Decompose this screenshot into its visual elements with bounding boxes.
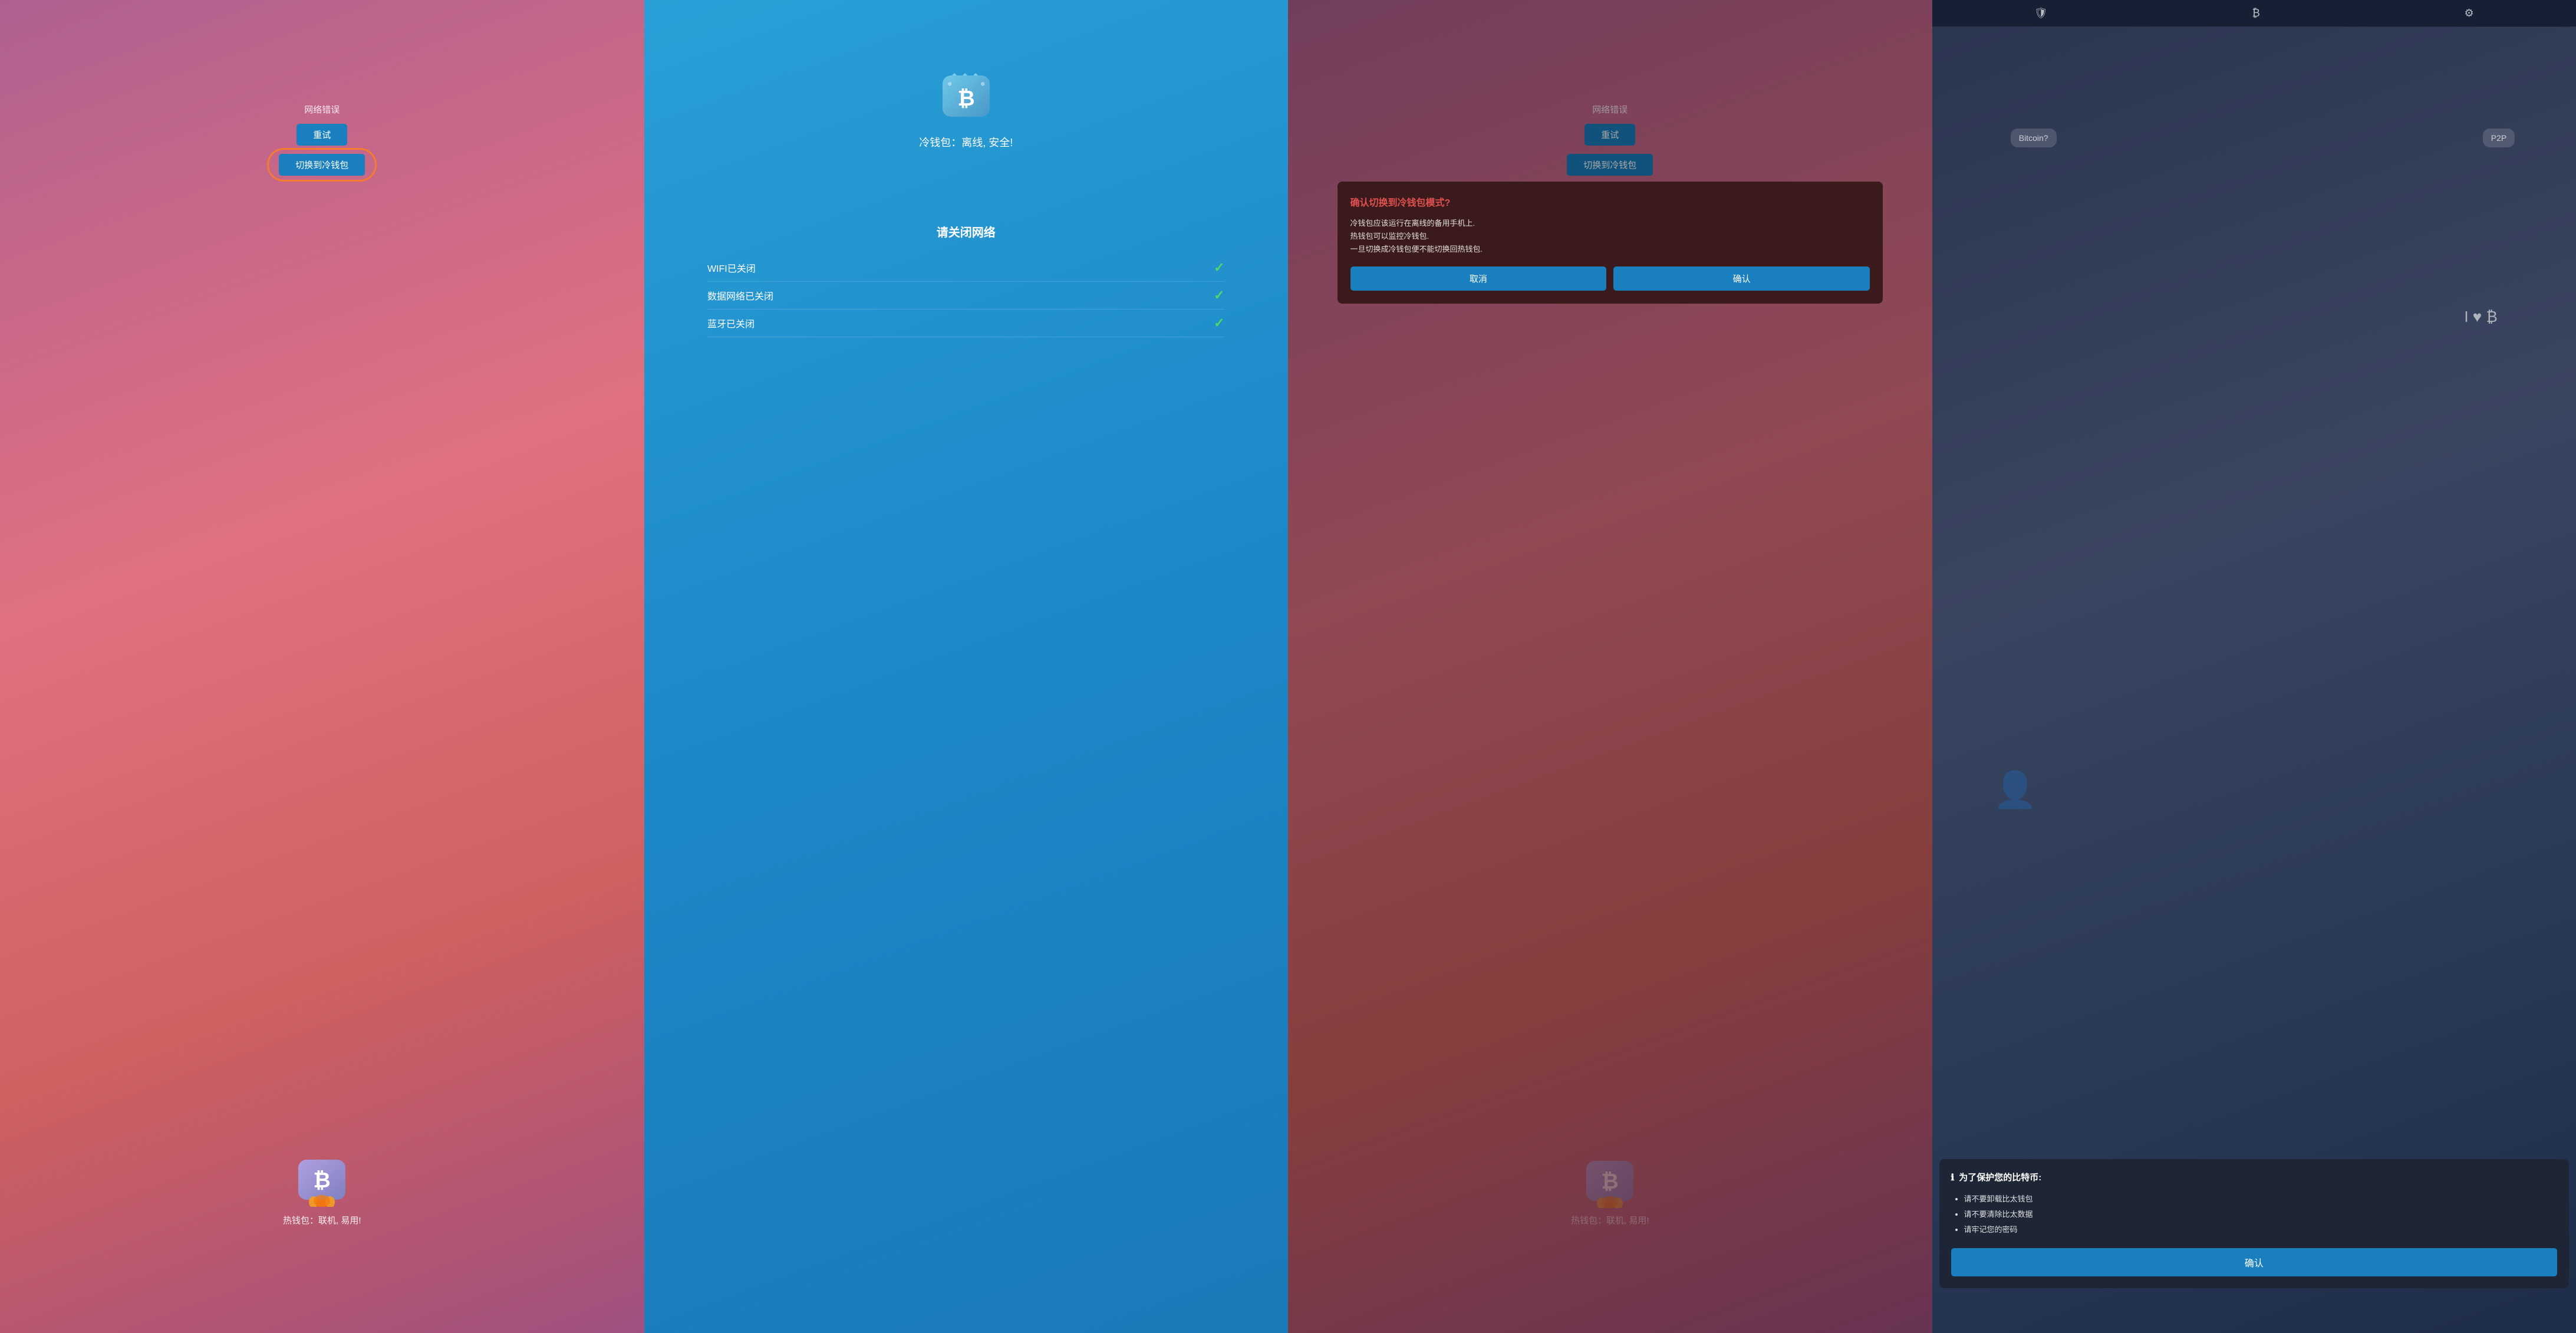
panel2-content: ❄ ❄ ₿ 冷钱包：离线, 安全! 请关闭网络 WIFI已关闭 ✓ 数据网络已关…: [644, 0, 1289, 337]
protect-item-3: 请牢记您的密码: [1964, 1222, 2558, 1237]
cold-wallet-label: 冷钱包：离线, 安全!: [919, 134, 1013, 150]
protect-confirm-button[interactable]: 确认: [1951, 1248, 2558, 1276]
hot-wallet-icon: ₿: [296, 1155, 348, 1207]
shield-icon: 🛡: [2034, 7, 2048, 19]
data-network-label: 数据网络已关闭: [707, 288, 773, 302]
switch-cold-wrapper: 切换到冷钱包: [279, 154, 365, 176]
confirm-modal-body: 冷钱包应该运行在离线的备用手机上. 热钱包可以监控冷钱包. 一旦切换成冷钱包便不…: [1350, 217, 1870, 256]
network-off-section: 请关闭网络 WIFI已关闭 ✓ 数据网络已关闭 ✓ 蓝牙已关闭 ✓: [707, 223, 1225, 337]
svg-text:₿: ₿: [957, 86, 974, 110]
network-off-title: 请关闭网络: [707, 223, 1225, 240]
cancel-button[interactable]: 取消: [1350, 266, 1607, 291]
protect-item-1: 请不要卸载比太钱包: [1964, 1192, 2558, 1207]
background-illustration: Bitcoin? P2P 👤 I ♥ ₿: [1964, 93, 2544, 811]
panel-hot-wallet-error: 网络错误 重试 切换到冷钱包 ₿ 热钱包：联机, 易用!: [0, 0, 644, 1333]
p2p-speech-bubble: P2P: [2483, 129, 2515, 147]
bitcoin-header-icon: ₿: [2252, 7, 2259, 19]
hot-wallet-label: 热钱包：联机, 易用!: [283, 1214, 361, 1226]
app-header: 🛡 ₿ ⚙: [1932, 0, 2576, 27]
protection-modal: ℹ 为了保护您的比特币: 请不要卸载比太钱包 请不要清除比太数据 请牢记您的密码…: [1939, 1159, 2570, 1288]
panel-cold-wallet-setup: ❄ ❄ ₿ 冷钱包：离线, 安全! 请关闭网络 WIFI已关闭 ✓ 数据网络已关…: [644, 0, 1289, 1333]
network-error-section: 网络错误 重试 切换到冷钱包: [279, 103, 365, 176]
protect-item-2: 请不要清除比太数据: [1964, 1207, 2558, 1222]
confirm-cold-modal: 确认切换到冷钱包模式? 冷钱包应该运行在离线的备用手机上. 热钱包可以监控冷钱包…: [1338, 182, 1883, 304]
retry-button[interactable]: 重试: [297, 124, 347, 146]
confirm-modal-title: 确认切换到冷钱包模式?: [1350, 195, 1870, 209]
confirm-modal-buttons: 取消 确认: [1350, 266, 1870, 291]
wifi-check: ✓: [1214, 260, 1224, 275]
svg-text:₿: ₿: [314, 1168, 331, 1192]
network-error-label: 网络错误: [304, 103, 340, 116]
confirm-modal-area: 确认切换到冷钱包模式? 冷钱包应该运行在离线的备用手机上. 热钱包可以监控冷钱包…: [1327, 182, 1893, 304]
svg-text:❄: ❄: [980, 81, 985, 88]
data-network-check: ✓: [1214, 288, 1224, 303]
bitcoin-speech-bubble: Bitcoin?: [2011, 129, 2057, 147]
info-icon: ℹ: [1951, 1172, 1955, 1183]
panel-protection-notice: 🛡 ₿ ⚙ Bitcoin? P2P 👤 I ♥ ₿ ℹ 为了保护您的比特币:: [1932, 0, 2576, 1333]
protect-modal-header: ℹ 为了保护您的比特币:: [1951, 1171, 2558, 1183]
panel-confirm-cold-wallet: 网络错误 重试 切换到冷钱包 确认切换到冷钱包模式? 冷钱包应该运行在离线的备用…: [1288, 0, 1932, 1333]
protect-modal-list: 请不要卸载比太钱包 请不要清除比太数据 请牢记您的密码: [1951, 1192, 2558, 1237]
confirm-button[interactable]: 确认: [1613, 266, 1870, 291]
gear-icon: ⚙: [2464, 7, 2473, 19]
i-love-btc-text: I ♥ ₿: [2464, 308, 2497, 326]
wifi-label: WIFI已关闭: [707, 261, 756, 275]
bluetooth-check: ✓: [1214, 315, 1224, 331]
cold-wallet-top: ❄ ❄ ₿ 冷钱包：离线, 安全!: [919, 73, 1013, 150]
cold-wallet-icon: ❄ ❄ ₿: [940, 73, 992, 125]
protect-modal-title: 为了保护您的比特币:: [1959, 1171, 2041, 1183]
bluetooth-item: 蓝牙已关闭 ✓: [707, 310, 1225, 337]
switch-cold-button[interactable]: 切换到冷钱包: [279, 154, 365, 176]
data-network-item: 数据网络已关闭 ✓: [707, 282, 1225, 310]
hot-wallet-bottom: ₿ 热钱包：联机, 易用!: [283, 1155, 361, 1226]
bluetooth-label: 蓝牙已关闭: [707, 316, 755, 330]
girl-illustration: 👤: [1993, 769, 2037, 811]
wifi-item: WIFI已关闭 ✓: [707, 254, 1225, 282]
svg-text:❄: ❄: [947, 81, 952, 88]
